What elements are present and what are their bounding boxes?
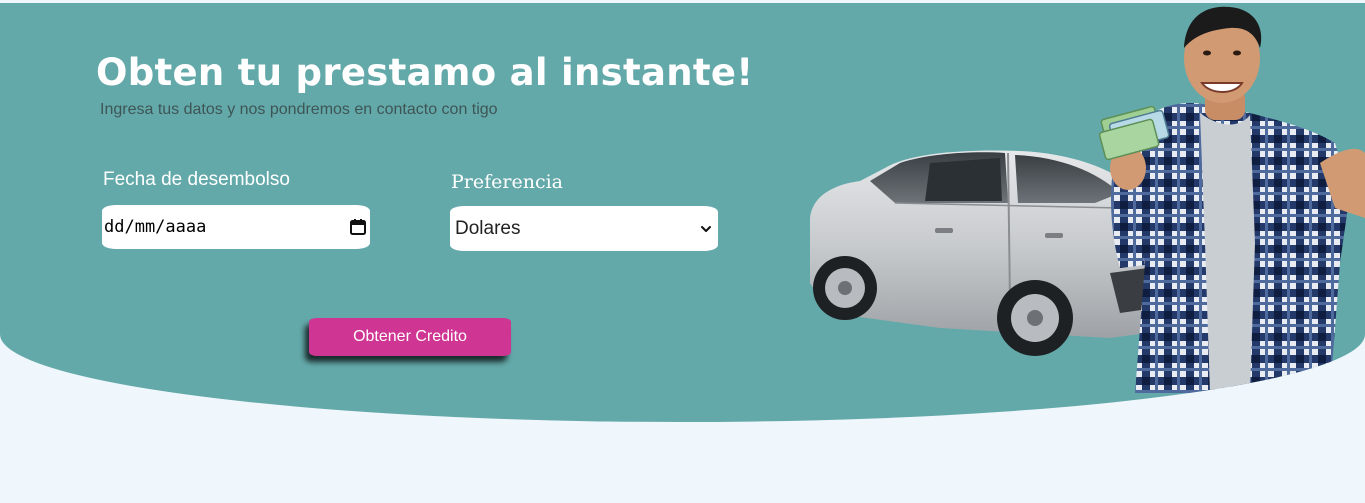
page: Obten tu prestamo al instante! Ingresa t…	[0, 0, 1365, 503]
hero-banner: Obten tu prestamo al instante! Ingresa t…	[0, 3, 1365, 422]
obtener-credito-button[interactable]: Obtener Credito	[309, 318, 511, 356]
preference-select[interactable]: Dolares	[450, 206, 718, 251]
date-label: Fecha de desembolso	[103, 169, 290, 190]
calendar-icon[interactable]	[349, 218, 367, 236]
preference-selected-value: Dolares	[455, 217, 521, 239]
hero-title: Obten tu prestamo al instante!	[96, 51, 754, 94]
date-input[interactable]: dd/mm/aaaa	[102, 205, 370, 249]
date-input-placeholder: dd/mm/aaaa	[104, 217, 207, 237]
person-icon	[1098, 6, 1365, 393]
car-and-person-illustration	[810, 6, 1365, 393]
hero-subtitle: Ingresa tus datos y nos pondremos en con…	[100, 101, 498, 118]
preference-label: Preferencia	[451, 171, 563, 193]
chevron-down-icon	[701, 225, 711, 232]
